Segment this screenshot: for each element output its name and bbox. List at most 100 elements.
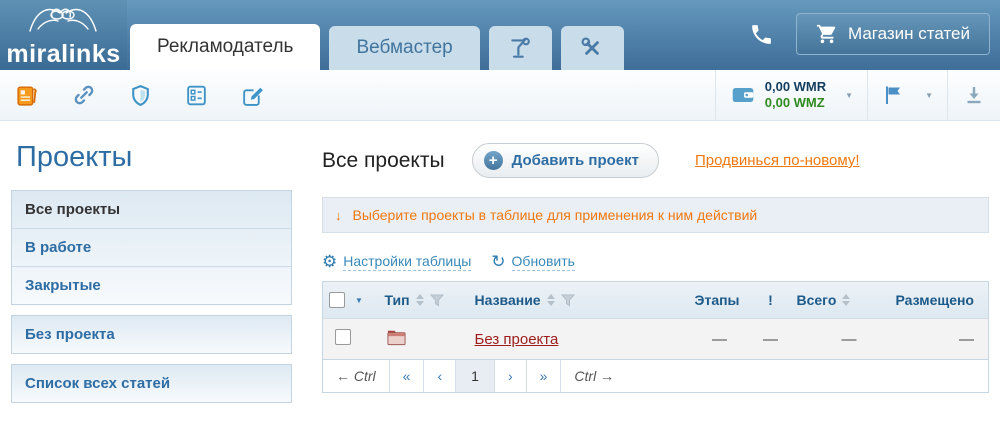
gear-icon: ⚙ <box>322 252 337 272</box>
pagination-current-page: 1 <box>456 360 495 392</box>
tab-advertiser[interactable]: Рекламодатель <box>130 24 320 70</box>
download-button[interactable] <box>947 70 1000 120</box>
filter-funnel-icon[interactable] <box>561 294 575 307</box>
list-icon[interactable] <box>184 83 209 108</box>
plus-icon: + <box>484 151 503 170</box>
table-header-row: ▼ Тип <box>323 282 989 319</box>
tab-tools[interactable] <box>561 26 624 70</box>
article-shop-label: Магазин статей <box>848 24 970 44</box>
sidebar-group-articles: Список всех статей <box>11 364 292 403</box>
selection-notice: ↓ Выберите проекты в таблице для примене… <box>322 197 989 233</box>
projects-table: ▼ Тип <box>322 281 989 360</box>
row-exclamation: — <box>751 319 791 360</box>
filter-funnel-icon[interactable] <box>430 294 444 307</box>
flag-dropdown[interactable]: ▼ <box>867 70 947 120</box>
refresh-link[interactable]: ↻ Обновить <box>491 252 575 272</box>
edit-icon[interactable] <box>240 83 265 108</box>
tab-advertiser-label: Рекламодатель <box>157 36 293 58</box>
add-project-button[interactable]: + Добавить проект <box>472 143 659 178</box>
pagination-ctrl-left: ← Ctrl <box>323 360 390 392</box>
refresh-label: Обновить <box>512 253 575 271</box>
column-type[interactable]: Тип <box>379 282 469 319</box>
sidebar-item-no-project[interactable]: Без проекта <box>12 316 291 353</box>
row-checkbox-cell <box>323 319 379 360</box>
news-icon[interactable] <box>15 83 40 108</box>
miralinks-logo[interactable]: miralinks <box>0 0 127 70</box>
cocktail-icon <box>507 35 533 61</box>
balance-wmz: 0,00 WMZ <box>765 95 826 111</box>
toolbar-left-icons <box>0 70 265 120</box>
header-checkbox-cell: ▼ <box>323 282 379 319</box>
logo-text: miralinks <box>6 42 120 67</box>
add-project-label: Добавить проект <box>512 152 639 169</box>
column-exclamation[interactable]: ! <box>751 282 791 319</box>
chevron-down-icon: ▼ <box>845 91 853 100</box>
flag-icon <box>882 83 906 107</box>
tab-webmaster[interactable]: Вебмастер <box>329 26 479 70</box>
page-title: Проекты <box>16 141 292 174</box>
project-link[interactable]: Без проекта <box>475 331 559 348</box>
pagination: ← Ctrl « ‹ 1 › » Ctrl → <box>322 360 989 393</box>
row-stages: — <box>689 319 751 360</box>
balance-dropdown[interactable]: 0,00 WMR 0,00 WMZ ▼ <box>715 70 867 120</box>
page: miralinks Рекламодатель Вебмастер <box>0 0 1000 426</box>
column-name-label: Название <box>475 292 541 308</box>
folder-icon <box>385 327 408 347</box>
shield-icon[interactable] <box>128 83 153 108</box>
pagination-prev[interactable]: ‹ <box>424 360 456 392</box>
sidebar: Проекты Все проекты В работе Закрытые Бе… <box>11 121 292 413</box>
pagination-first[interactable]: « <box>390 360 425 392</box>
sort-icon[interactable] <box>416 294 424 306</box>
top-header: miralinks Рекламодатель Вебмастер <box>0 0 1000 70</box>
header-right: Магазин статей <box>749 13 990 55</box>
table-settings-label: Настройки таблицы <box>343 253 471 271</box>
pagination-next[interactable]: › <box>495 360 527 392</box>
tools-icon <box>579 35 605 61</box>
main-header-row: Все проекты + Добавить проект Продвинься… <box>322 143 989 178</box>
cart-icon <box>816 23 838 45</box>
balance-wmr: 0,00 WMR <box>765 79 826 95</box>
sidebar-item-in-work[interactable]: В работе <box>12 228 291 266</box>
refresh-icon: ↻ <box>491 252 505 272</box>
tab-cocktail[interactable] <box>489 26 552 70</box>
pagination-last[interactable]: » <box>527 360 562 392</box>
balance-amounts: 0,00 WMR 0,00 WMZ <box>765 79 826 112</box>
main-title: Все проекты <box>322 149 445 173</box>
sidebar-item-all-projects[interactable]: Все проекты <box>12 191 291 228</box>
row-type-cell <box>379 319 469 360</box>
content: Проекты Все проекты В работе Закрытые Бе… <box>0 121 1000 413</box>
sidebar-group-no-project: Без проекта <box>11 315 292 354</box>
pagination-spacer <box>627 360 988 392</box>
column-total[interactable]: Всего <box>791 282 871 319</box>
column-type-label: Тип <box>385 292 410 308</box>
column-name[interactable]: Название <box>469 282 689 319</box>
table-tools-row: ⚙ Настройки таблицы ↻ Обновить <box>322 252 989 272</box>
main-area: Все проекты + Добавить проект Продвинься… <box>292 121 989 413</box>
select-menu-caret-icon[interactable]: ▼ <box>355 296 363 305</box>
column-stages[interactable]: Этапы <box>689 282 751 319</box>
column-total-label: Всего <box>797 292 837 308</box>
tab-webmaster-label: Вебмастер <box>356 37 452 59</box>
main-tabs: Рекламодатель Вебмастер <box>130 24 624 70</box>
row-checkbox[interactable] <box>335 329 351 345</box>
promo-link[interactable]: Продвинься по-новому! <box>695 152 860 169</box>
download-icon <box>962 83 986 107</box>
link-icon[interactable] <box>71 82 97 108</box>
select-all-checkbox[interactable] <box>329 292 345 308</box>
article-shop-button[interactable]: Магазин статей <box>796 13 990 55</box>
sidebar-item-closed[interactable]: Закрытые <box>12 266 291 304</box>
table-settings-link[interactable]: ⚙ Настройки таблицы <box>322 252 471 272</box>
column-placed[interactable]: Размещено <box>871 282 989 319</box>
chevron-down-icon: ▼ <box>925 91 933 100</box>
sort-icon[interactable] <box>547 294 555 306</box>
down-arrow-icon: ↓ <box>335 208 342 223</box>
row-total: — <box>791 319 871 360</box>
phone-icon[interactable] <box>749 22 774 47</box>
row-placed: — <box>871 319 989 360</box>
pagination-ctrl-right: Ctrl → <box>561 360 627 392</box>
sidebar-item-all-articles[interactable]: Список всех статей <box>12 365 291 402</box>
sidebar-group-projects: Все проекты В работе Закрытые <box>11 190 292 305</box>
wallet-icon <box>730 82 756 108</box>
toolbar-right: 0,00 WMR 0,00 WMZ ▼ ▼ <box>715 70 1000 120</box>
sort-icon[interactable] <box>842 294 850 306</box>
